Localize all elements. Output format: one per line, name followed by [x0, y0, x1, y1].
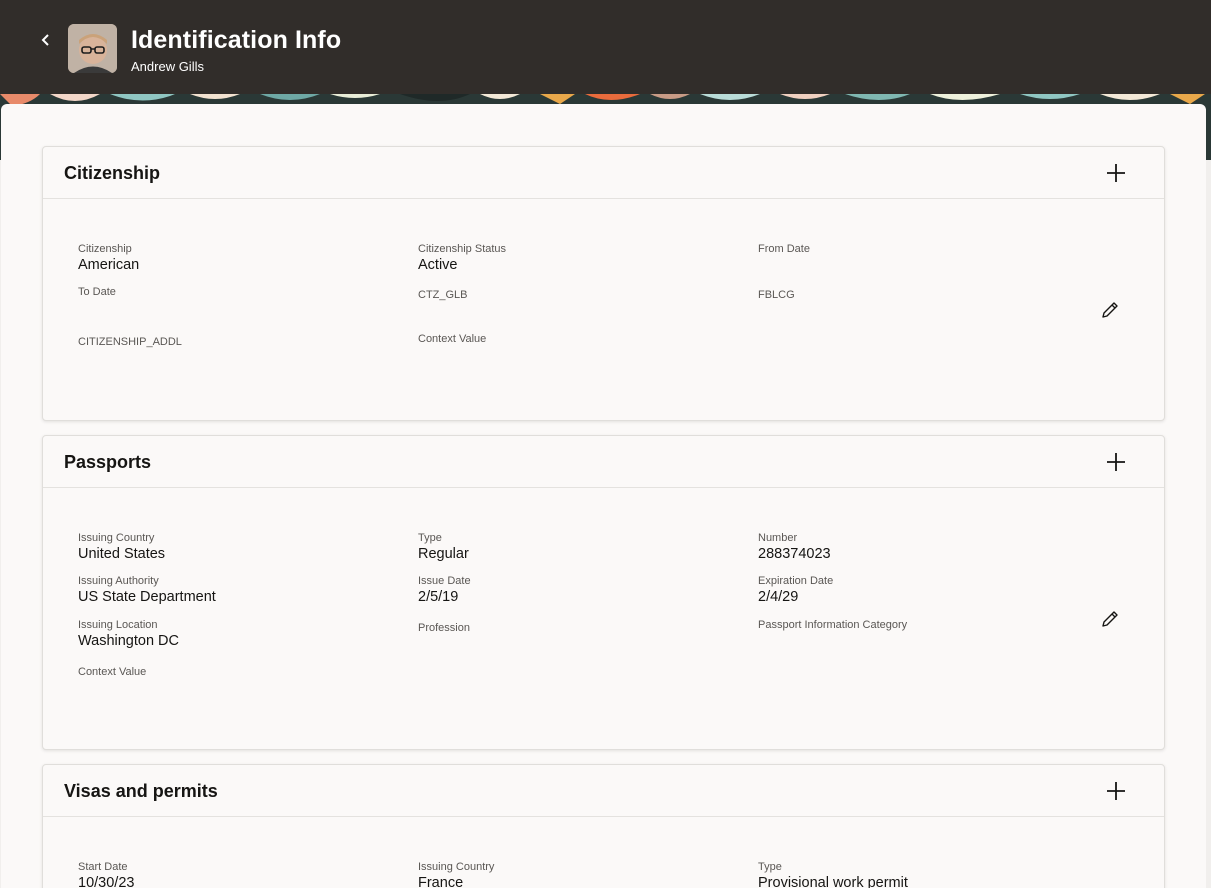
plus-icon — [1107, 164, 1125, 182]
field-profession: Profession — [418, 622, 470, 635]
edit-passport-button[interactable] — [1098, 607, 1122, 631]
add-passport-button[interactable] — [1104, 450, 1128, 474]
field-start-date: Start Date 10/30/23 — [78, 861, 134, 888]
field-expiration-date: Expiration Date 2/4/29 — [758, 575, 833, 606]
field-value: American — [78, 257, 140, 273]
passports-title: Passports — [64, 452, 152, 472]
citizenship-title: Citizenship — [64, 163, 161, 183]
field-issuing-location: Issuing Location Washington DC — [78, 619, 179, 650]
field-to-date: To Date — [78, 286, 116, 299]
field-value: 10/30/23 — [78, 875, 135, 888]
add-citizenship-button[interactable] — [1104, 161, 1128, 185]
field-value: 288374023 — [758, 546, 831, 562]
edit-citizenship-button[interactable] — [1098, 298, 1122, 322]
field-passport-type: Type Regular — [418, 532, 469, 563]
citizenship-card-header: Citizenship — [43, 147, 1164, 199]
field-value: US State Department — [78, 589, 216, 605]
field-label: Issuing Country — [418, 861, 495, 873]
field-from-date: From Date — [758, 243, 810, 256]
field-label: Profession — [418, 622, 470, 634]
field-label: Start Date — [78, 861, 128, 873]
field-label: CITIZENSHIP_ADDL — [78, 336, 182, 348]
field-label: Context Value — [418, 333, 487, 345]
main-content: Citizenship Citizenship American Citizen… — [1, 104, 1206, 888]
field-visa-issuing-country: Issuing Country France — [418, 861, 494, 888]
field-label: Issuing Authority — [78, 575, 159, 587]
field-issuing-authority: Issuing Authority US State Department — [78, 575, 216, 606]
plus-icon — [1107, 453, 1125, 471]
person-name: Andrew Gills — [131, 59, 204, 74]
field-label: Expiration Date — [758, 575, 834, 587]
field-citizenship-status: Citizenship Status Active — [418, 243, 506, 274]
page-header: Identification Info Andrew Gills — [0, 0, 1211, 94]
field-passport-info-category: Passport Information Category — [758, 619, 907, 632]
field-fblcg: FBLCG — [758, 289, 795, 302]
field-value: France — [418, 875, 464, 888]
visas-card-header: Visas and permits — [43, 765, 1164, 817]
field-context-value: Context Value — [418, 333, 486, 346]
field-label: Passport Information Category — [758, 619, 908, 631]
field-label: FBLCG — [758, 289, 795, 301]
field-label: Issue Date — [418, 575, 471, 587]
field-value: 2/4/29 — [758, 589, 799, 605]
field-label: Citizenship Status — [418, 243, 507, 255]
field-label: Context Value — [78, 666, 147, 678]
back-button[interactable] — [34, 28, 58, 52]
field-label: Type — [758, 861, 782, 873]
field-citizenship: Citizenship American — [78, 243, 139, 274]
field-label: To Date — [78, 286, 116, 298]
field-passport-number: Number 288374023 — [758, 532, 831, 563]
field-label: CTZ_GLB — [418, 289, 468, 301]
page-title: Identification Info — [131, 26, 342, 54]
field-visa-type: Type Provisional work permit — [758, 861, 908, 888]
field-ctz-glb: CTZ_GLB — [418, 289, 468, 302]
field-label: Type — [418, 532, 442, 544]
field-label: Issuing Location — [78, 619, 158, 631]
field-value: Active — [418, 257, 458, 273]
passports-card-header: Passports — [43, 436, 1164, 488]
field-issue-date: Issue Date 2/5/19 — [418, 575, 471, 606]
field-issuing-country: Issuing Country United States — [78, 532, 165, 563]
field-value: 2/5/19 — [418, 589, 459, 605]
chevron-left-icon — [41, 34, 49, 46]
field-citizenship-addl: CITIZENSHIP_ADDL — [78, 336, 182, 349]
field-label: Issuing Country — [78, 532, 155, 544]
pencil-icon — [1102, 611, 1118, 627]
avatar — [68, 24, 117, 73]
add-visa-button[interactable] — [1104, 779, 1128, 803]
field-label: Number — [758, 532, 798, 544]
person-photo — [68, 24, 117, 73]
field-label: From Date — [758, 243, 810, 255]
pencil-icon — [1102, 302, 1118, 318]
field-value: United States — [78, 546, 166, 562]
field-context-value: Context Value — [78, 666, 146, 679]
plus-icon — [1107, 782, 1125, 800]
visas-card: Visas and permits Start Date 10/30/23 Is… — [42, 764, 1165, 888]
citizenship-card: Citizenship Citizenship American Citizen… — [42, 146, 1165, 421]
passports-card: Passports Issuing Country United States … — [42, 435, 1165, 750]
visas-title: Visas and permits — [64, 781, 218, 801]
field-value: Provisional work permit — [758, 875, 908, 888]
field-value: Washington DC — [78, 633, 180, 649]
field-value: Regular — [418, 546, 469, 562]
field-label: Citizenship — [78, 243, 132, 255]
